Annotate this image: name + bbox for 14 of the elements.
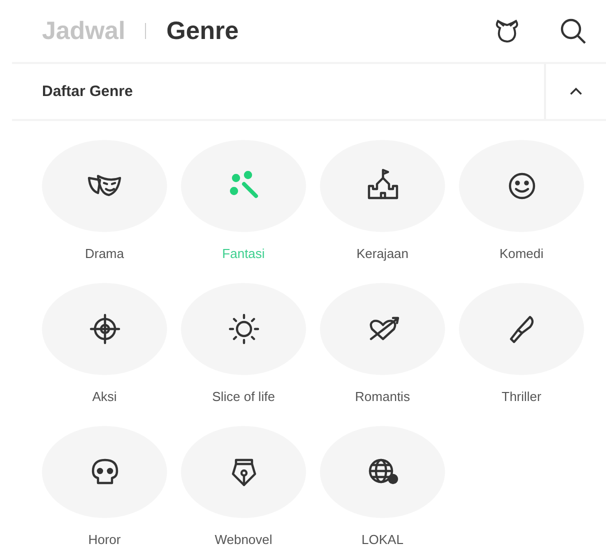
chevron-icon xyxy=(569,87,583,96)
genre-item[interactable]: Thriller xyxy=(459,283,584,404)
genre-item[interactable]: Romantis xyxy=(320,283,445,404)
genre-item[interactable]: Webnovel xyxy=(181,426,306,547)
genre-item[interactable]: Kerajaan xyxy=(320,140,445,261)
genre-item[interactable]: Drama xyxy=(42,140,167,261)
genre-item[interactable]: LOKAL xyxy=(320,426,445,547)
tab[interactable]: Genre xyxy=(166,16,239,46)
genre-item[interactable]: Horor xyxy=(42,426,167,547)
genre-item[interactable]: Aksi xyxy=(42,283,167,404)
section-title: Daftar Genre xyxy=(41,83,134,100)
search-icon[interactable] xyxy=(558,16,588,46)
genre-item[interactable]: Komedi xyxy=(459,140,584,261)
genre-item[interactable]: Slice of life xyxy=(181,283,306,404)
